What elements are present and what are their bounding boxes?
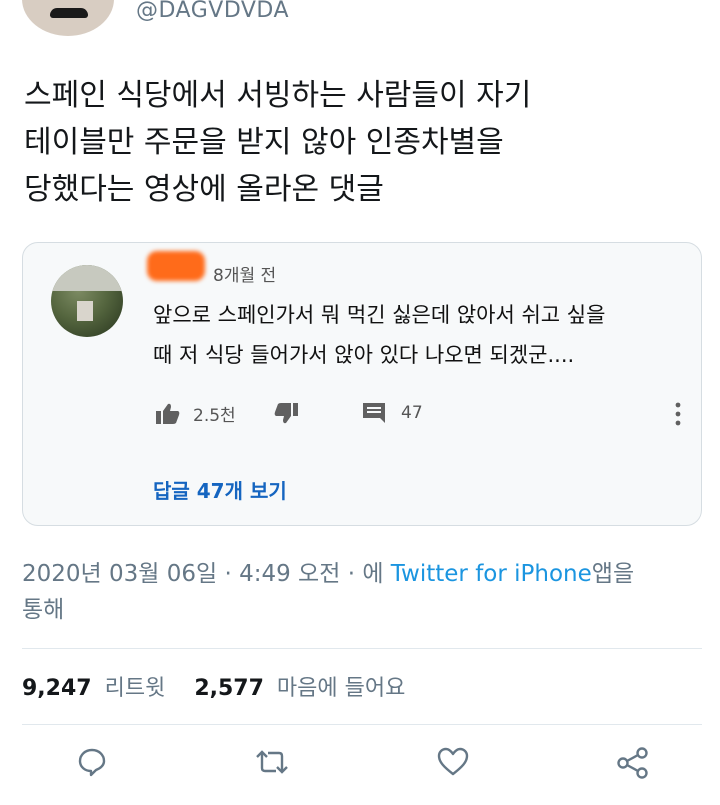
- commenter-avatar[interactable]: [51, 265, 123, 337]
- avatar-building: [77, 301, 93, 321]
- tweet-source-suffix: 앱을: [591, 561, 635, 587]
- tweet-line: 스페인 식당에서 서빙하는 사람들이 자기: [24, 78, 532, 113]
- like-count-total[interactable]: 2,577: [194, 676, 264, 701]
- comment-line: 앞으로 스페인가서 뭐 먹긴 싫은데 앉아서 쉬고 싶을: [153, 303, 606, 327]
- reply-button[interactable]: 47: [361, 401, 423, 425]
- dislike-button[interactable]: [273, 401, 299, 425]
- thumbs-up-icon: [155, 402, 181, 426]
- redacted-username: [147, 251, 205, 281]
- comment-icon: [361, 401, 387, 425]
- comment-text: 앞으로 스페인가서 뭐 먹긴 싫은데 앉아서 쉬고 싶을 때 저 식당 들어가서…: [153, 295, 605, 375]
- tweet-meta: 2020년 03월 06일 · 4:49 오전 · 에 Twitter for …: [22, 556, 702, 628]
- tweet-line: 당했다는 영상에 올라온 댓글: [24, 172, 384, 207]
- more-vertical-icon[interactable]: [673, 401, 683, 427]
- comment-time: 8개월 전: [213, 266, 277, 286]
- author-handle[interactable]: @DAGVDVDA: [136, 0, 289, 23]
- tweet-text: 스페인 식당에서 서빙하는 사람들이 자기 테이블만 주문을 받지 않아 인종차…: [24, 72, 704, 213]
- tweet-line: 테이블만 주문을 받지 않아 인종차별을: [24, 125, 504, 160]
- tweet-source-line2: 통해: [22, 597, 65, 623]
- likes-label[interactable]: 마음에 들어요: [277, 676, 405, 701]
- divider: [22, 648, 702, 649]
- tweet-date: 2020년 03월 06일 · 4:49 오전 · 에: [22, 561, 384, 587]
- tweet-source-link[interactable]: Twitter for iPhone: [391, 561, 592, 587]
- thumbs-down-icon: [273, 401, 299, 425]
- reply-count: 47: [401, 403, 423, 423]
- share-icon[interactable]: [616, 746, 650, 784]
- reply-icon[interactable]: [76, 746, 108, 782]
- retweet-icon[interactable]: [254, 746, 290, 782]
- avatar-sky: [51, 265, 123, 291]
- view-replies-link[interactable]: 답글 47개 보기: [153, 475, 287, 504]
- like-icon[interactable]: [436, 746, 470, 782]
- like-button[interactable]: 2.5천: [155, 401, 236, 426]
- author-avatar[interactable]: [22, 0, 114, 36]
- comment-line: 때 저 식당 들어가서 앉아 있다 나오면 되겠군....: [153, 343, 575, 367]
- divider: [22, 724, 702, 725]
- mustache-graphic: [50, 8, 88, 18]
- like-count: 2.5천: [193, 406, 236, 426]
- retweet-label[interactable]: 리트윗: [105, 676, 166, 701]
- tweet-stats: 9,247 리트윗 2,577 마음에 들어요: [22, 670, 405, 702]
- retweet-count[interactable]: 9,247: [22, 676, 92, 701]
- embedded-comment-card[interactable]: 8개월 전 앞으로 스페인가서 뭐 먹긴 싫은데 앉아서 쉬고 싶을 때 저 식…: [22, 242, 702, 526]
